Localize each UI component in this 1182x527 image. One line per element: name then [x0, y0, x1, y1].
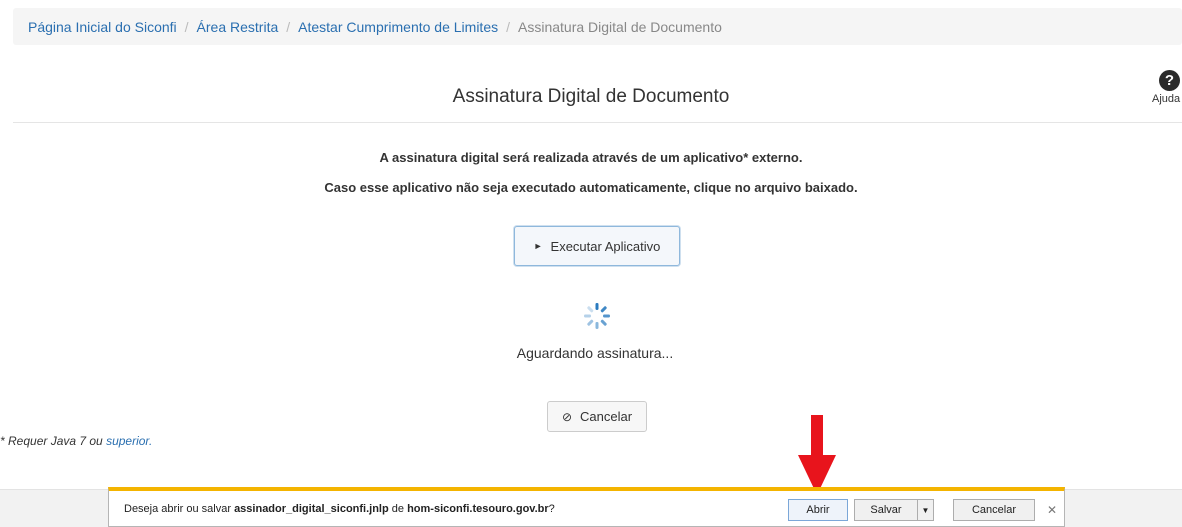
- close-icon[interactable]: ✕: [1047, 503, 1057, 517]
- breadcrumb-link-home[interactable]: Página Inicial do Siconfi: [28, 19, 177, 35]
- execute-application-label: Executar Aplicativo: [550, 238, 661, 254]
- download-prompt-middle: de: [388, 503, 408, 515]
- download-filename: assinador_digital_siconfi.jnlp: [234, 503, 389, 515]
- info-message-line1: A assinatura digital será realizada atra…: [379, 150, 803, 165]
- chevron-down-icon: ▼: [921, 505, 930, 515]
- download-open-button[interactable]: Abrir: [788, 499, 848, 521]
- breadcrumb: Página Inicial do Siconfi / Área Restrit…: [13, 8, 1182, 45]
- cancel-label: Cancelar: [580, 409, 633, 424]
- breadcrumb-link-certify-limits[interactable]: Atestar Cumprimento de Limites: [298, 19, 498, 35]
- help-label: Ajuda: [1152, 93, 1181, 105]
- play-icon: ►: [533, 241, 543, 251]
- download-cancel-button[interactable]: Cancelar: [953, 499, 1035, 521]
- breadcrumb-separator: /: [286, 18, 291, 35]
- download-save-options-button[interactable]: ▼: [917, 499, 934, 521]
- java-superior-link[interactable]: superior.: [106, 434, 152, 448]
- breadcrumb-link-restricted-area[interactable]: Área Restrita: [197, 19, 279, 35]
- breadcrumb-separator: /: [184, 18, 189, 35]
- cancel-button[interactable]: ⊘ Cancelar: [547, 401, 647, 432]
- page-title: Assinatura Digital de Documento: [452, 86, 730, 107]
- red-arrow-down-icon: [798, 415, 836, 495]
- info-message-line2: Caso esse aplicativo não seja executado …: [324, 180, 858, 195]
- help-icon: ?: [1159, 70, 1180, 91]
- ban-icon: ⊘: [561, 409, 573, 424]
- download-prompt-prefix: Deseja abrir ou salvar: [124, 503, 235, 515]
- breadcrumb-separator: /: [506, 18, 510, 35]
- breadcrumb-current: Assinatura Digital de Documento: [518, 18, 722, 35]
- java-requirement-text: * Requer Java 7 ou: [0, 434, 107, 448]
- java-requirement-note: * Requer Java 7 ou superior.: [0, 434, 152, 448]
- help-button[interactable]: ? Ajuda: [1152, 70, 1182, 105]
- download-host: hom-siconfi.tesouro.gov.br: [407, 503, 549, 515]
- download-prompt: Deseja abrir ou salvar assinador_digital…: [124, 503, 555, 515]
- download-save-button[interactable]: Salvar: [854, 499, 918, 521]
- execute-application-button[interactable]: ► Executar Aplicativo: [514, 226, 680, 266]
- waiting-status-text: Aguardando assinatura...: [516, 345, 674, 361]
- loading-spinner-icon: [584, 303, 610, 329]
- download-notification-bar: Deseja abrir ou salvar assinador_digital…: [108, 487, 1065, 527]
- download-prompt-suffix: ?: [548, 503, 555, 515]
- divider: [13, 122, 1182, 123]
